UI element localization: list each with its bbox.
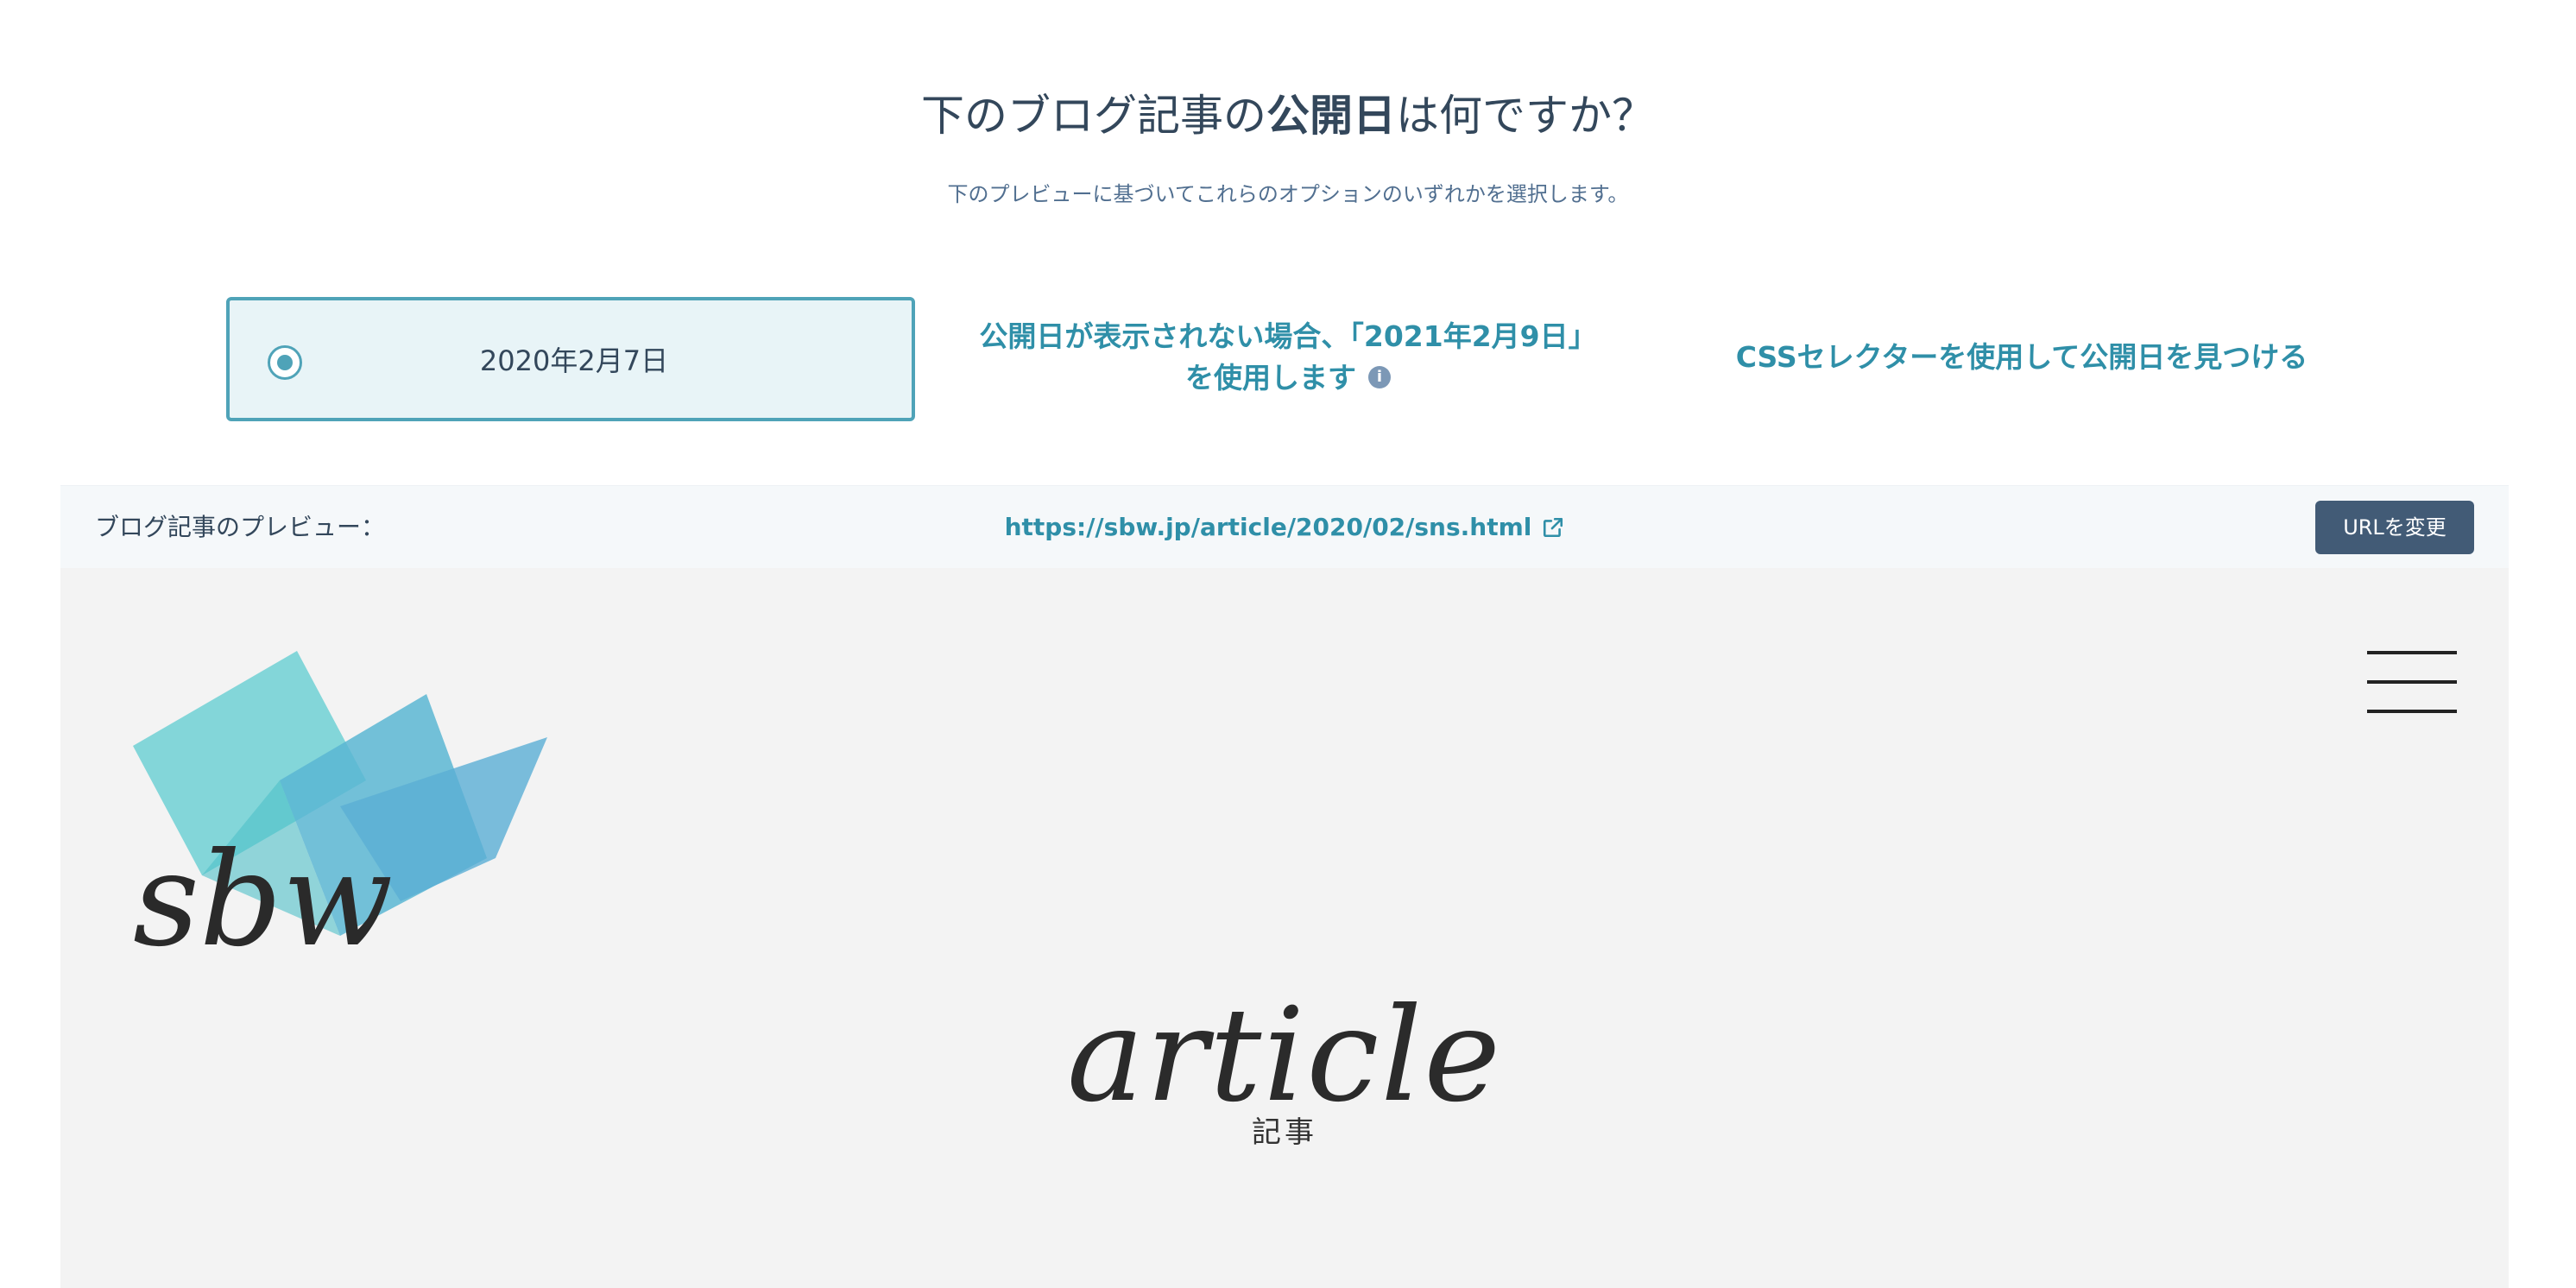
option-detected-date-label: 2020年2月7日 (479, 344, 669, 377)
question-title: 下のブログ記事の公開日は何ですか？ (0, 79, 2576, 152)
options-row: 2020年2月7日 公開日が表示されない場合、「2021年2月9日」 を使用しま… (226, 297, 2350, 426)
sbw-logo[interactable]: sbw (133, 651, 599, 979)
article-heading: article (1066, 981, 1503, 1131)
external-link-icon (1544, 517, 1563, 538)
option-fallback-line1: 公開日が表示されない場合、「2021年2月9日」 (979, 319, 1597, 353)
preview-url-container: https://sbw.jp/article/2020/02/sns.html (60, 508, 2509, 546)
question-title-before: 下のブログ記事の (921, 91, 1266, 141)
blog-preview-frame[interactable]: sbw article 記事 (60, 568, 2509, 1288)
sbw-logo-text: sbw (133, 825, 393, 975)
preview-header: ブログ記事のプレビュー： https://sbw.jp/article/2020… (60, 485, 2509, 569)
preview-url-link[interactable]: https://sbw.jp/article/2020/02/sns.html (1005, 508, 1565, 546)
info-icon[interactable]: i (1368, 365, 1391, 388)
question-title-after: は何ですか？ (1396, 91, 1655, 141)
hamburger-menu-icon[interactable] (2367, 651, 2457, 717)
question-title-bold: 公開日 (1266, 91, 1396, 141)
option-fallback-date[interactable]: 公開日が表示されない場合、「2021年2月9日」 を使用します i (960, 316, 1616, 399)
page: 下のブログ記事の公開日は何ですか？ 下のプレビューに基づいてこれらのオプションの… (0, 0, 2576, 1288)
change-url-button[interactable]: URLを変更 (2315, 501, 2474, 554)
preview-url-text: https://sbw.jp/article/2020/02/sns.html (1004, 513, 1532, 541)
article-subheading: 記事 (1252, 1115, 1317, 1150)
option-detected-date[interactable]: 2020年2月7日 (226, 297, 915, 421)
option-css-selector[interactable]: CSSセレクターを使用して公開日を見つける (1694, 337, 2350, 378)
question-subtitle: 下のプレビューに基づいてこれらのオプションのいずれかを選択します。 (947, 182, 1629, 206)
option-fallback-line2: を使用します (1185, 361, 1356, 395)
